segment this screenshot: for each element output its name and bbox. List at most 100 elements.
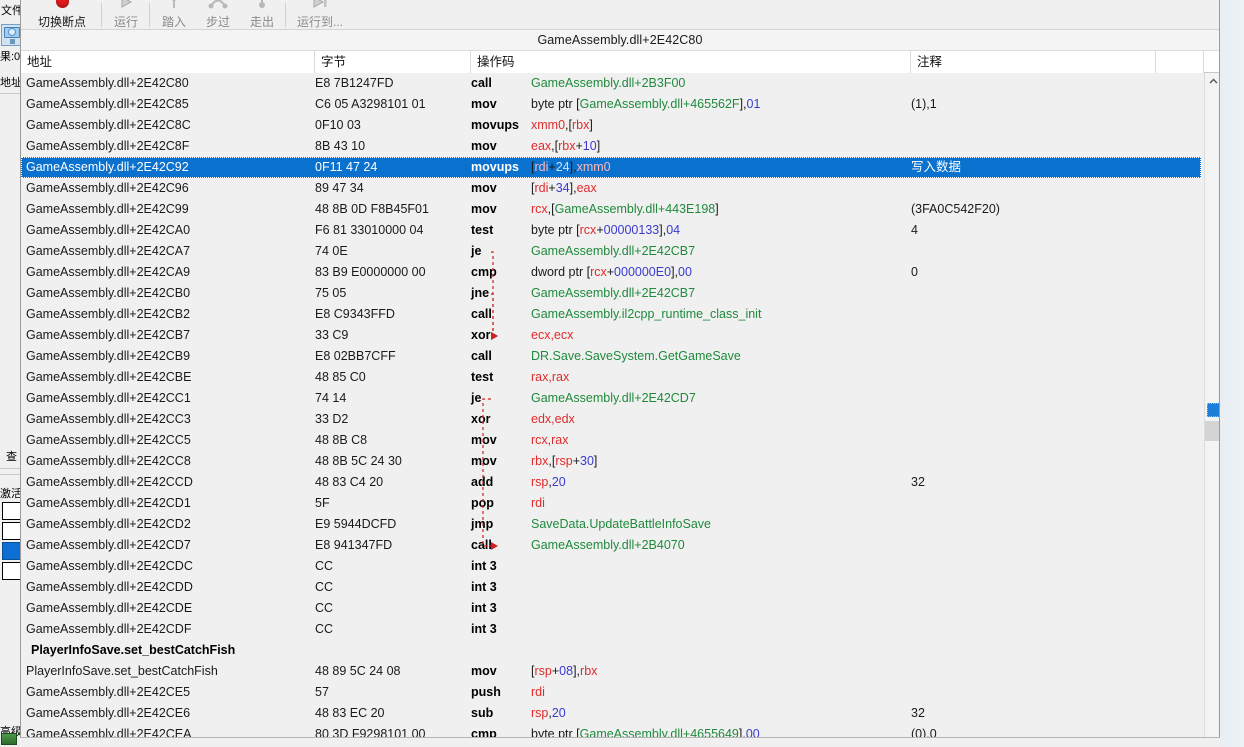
row-bytes: CC xyxy=(315,619,333,640)
row-address: GameAssembly.dll+2E42C8F xyxy=(26,136,189,157)
row-address: GameAssembly.dll+2E42CC5 xyxy=(26,430,191,451)
toolbar-step-into[interactable]: 踏入 xyxy=(153,0,195,30)
table-row[interactable]: GameAssembly.dll+2E42C8C0F10 03movupsxmm… xyxy=(21,115,1201,136)
bg-checkbox-2[interactable] xyxy=(2,522,22,540)
table-row[interactable]: GameAssembly.dll+2E42CA0F6 81 33010000 0… xyxy=(21,220,1201,241)
table-row[interactable]: GameAssembly.dll+2E42CCD48 83 C4 20addrs… xyxy=(21,472,1201,493)
toolbar-toggle-breakpoint[interactable]: 切换断点 xyxy=(25,0,99,30)
table-row[interactable]: GameAssembly.dll+2E42C85C6 05 A3298101 0… xyxy=(21,94,1201,115)
column-header-comment[interactable]: 注释 xyxy=(911,51,1156,73)
row-address: GameAssembly.dll+2E42CC8 xyxy=(26,451,191,472)
table-row[interactable]: GameAssembly.dll+2E42C8F8B 43 10moveax,[… xyxy=(21,136,1201,157)
operand-reg: edx,edx xyxy=(531,412,575,426)
table-row[interactable]: GameAssembly.dll+2E42CC174 14jeGameAssem… xyxy=(21,388,1201,409)
table-row[interactable]: GameAssembly.dll+2E42CDDCCint 3 xyxy=(21,577,1201,598)
table-row[interactable]: GameAssembly.dll+2E42CE648 83 EC 20subrs… xyxy=(21,703,1201,724)
table-row[interactable]: GameAssembly.dll+2E42CD15Fpoprdi xyxy=(21,493,1201,514)
table-row[interactable]: GameAssembly.dll+2E42CC548 8B C8movrcx,r… xyxy=(21,430,1201,451)
bg-checkbox-4[interactable] xyxy=(2,562,22,580)
row-mnemonic: mov xyxy=(471,199,497,220)
row-mnemonic: sub xyxy=(471,703,493,724)
bg-checkbox-3-selected[interactable] xyxy=(2,542,22,560)
row-mnemonic: jmp xyxy=(471,514,493,535)
row-operands: [rdi+34],eax xyxy=(531,178,597,199)
vertical-scrollbar[interactable] xyxy=(1204,73,1220,747)
step-out-icon xyxy=(250,0,274,10)
scroll-up-button[interactable] xyxy=(1205,73,1220,90)
table-row[interactable]: GameAssembly.dll+2E42CD7E8 941347FDcallG… xyxy=(21,535,1201,556)
operand-num: 08 xyxy=(559,664,573,678)
row-address: PlayerInfoSave.set_bestCatchFish xyxy=(31,640,235,661)
row-bytes: 8B 43 10 xyxy=(315,136,365,157)
row-operands: rsp,20 xyxy=(531,703,566,724)
table-row[interactable]: GameAssembly.dll+2E42C920F11 47 24movups… xyxy=(21,157,1201,178)
toolbar-run-to[interactable]: 运行到... xyxy=(289,0,351,30)
table-row[interactable]: GameAssembly.dll+2E42CA774 0EjeGameAssem… xyxy=(21,241,1201,262)
operand-num: 30 xyxy=(580,454,594,468)
toolbar-step-over[interactable]: 步过 xyxy=(197,0,239,30)
bg-checkbox-1[interactable] xyxy=(2,502,22,520)
table-row[interactable]: GameAssembly.dll+2E42CE557pushrdi xyxy=(21,682,1201,703)
operand-reg: rdi xyxy=(531,685,545,699)
table-row[interactable]: GameAssembly.dll+2E42CB2E8 C9343FFDcallG… xyxy=(21,304,1201,325)
row-bytes: E9 5944DCFD xyxy=(315,514,396,535)
operand-reg: rdi xyxy=(531,496,545,510)
table-row[interactable]: GameAssembly.dll+2E42CC333 D2xoredx,edx xyxy=(21,409,1201,430)
table-row[interactable]: GameAssembly.dll+2E42CDFCCint 3 xyxy=(21,619,1201,640)
function-label-row[interactable]: PlayerInfoSave.set_bestCatchFish xyxy=(21,640,1201,661)
row-mnemonic: je xyxy=(471,241,481,262)
operand-num: 24 xyxy=(556,160,570,174)
row-comment: 32 xyxy=(911,703,925,724)
column-header-extra[interactable] xyxy=(1156,51,1204,73)
operand-pln: ,[ xyxy=(565,118,572,132)
monitor-lens xyxy=(8,28,16,36)
operand-pln: byte ptr [ xyxy=(531,97,580,111)
operand-sym: GameAssembly.il2cpp_runtime_class_init xyxy=(531,307,761,321)
row-bytes: CC xyxy=(315,556,333,577)
disassembly-list[interactable]: GameAssembly.dll+2E42C80E8 7B1247FDcallG… xyxy=(21,73,1220,747)
table-row[interactable]: GameAssembly.dll+2E42CC848 8B 5C 24 30mo… xyxy=(21,451,1201,472)
table-row[interactable]: GameAssembly.dll+2E42CB075 05jneGameAsse… xyxy=(21,283,1201,304)
scrollbar-track-marker[interactable] xyxy=(1205,421,1220,441)
table-row[interactable]: GameAssembly.dll+2E42CDCCCint 3 xyxy=(21,556,1201,577)
operand-reg: ecx,ecx xyxy=(531,328,573,342)
disassembly-rows: GameAssembly.dll+2E42C80E8 7B1247FDcallG… xyxy=(21,73,1201,745)
pane-title-bar: GameAssembly.dll+2E42C80 xyxy=(21,30,1219,51)
table-row[interactable]: GameAssembly.dll+2E42CB733 C9xorecx,ecx xyxy=(21,325,1201,346)
row-address: GameAssembly.dll+2E42C96 xyxy=(26,178,189,199)
table-row[interactable]: GameAssembly.dll+2E42CBE48 85 C0testrax,… xyxy=(21,367,1201,388)
column-header-opcode[interactable]: 操作码 xyxy=(471,51,911,73)
row-address: GameAssembly.dll+2E42C92 xyxy=(26,157,189,178)
row-mnemonic: mov xyxy=(471,451,497,472)
table-row[interactable]: GameAssembly.dll+2E42C80E8 7B1247FDcallG… xyxy=(21,73,1201,94)
toolbar-run[interactable]: 运行 xyxy=(105,0,147,30)
column-header-bytes[interactable]: 字节 xyxy=(315,51,471,73)
row-mnemonic: int 3 xyxy=(471,619,497,640)
row-operands: GameAssembly.dll+2E42CB7 xyxy=(531,241,695,262)
row-operands: rdi xyxy=(531,682,545,703)
column-header-address[interactable]: 地址 xyxy=(21,51,315,73)
operand-sym: GameAssembly.dll+2E42CB7 xyxy=(531,286,695,300)
bg-status-indicator xyxy=(1,733,17,745)
row-mnemonic: mov xyxy=(471,94,497,115)
operand-num: 00 xyxy=(678,265,692,279)
row-mnemonic: int 3 xyxy=(471,556,497,577)
table-row[interactable]: GameAssembly.dll+2E42C9948 8B 0D F8B45F0… xyxy=(21,199,1201,220)
row-comment: 4 xyxy=(911,220,918,241)
table-row[interactable]: GameAssembly.dll+2E42CA983 B9 E0000000 0… xyxy=(21,262,1201,283)
bg-search-label[interactable]: 查 xyxy=(6,448,17,464)
toolbar-step-into-label: 踏入 xyxy=(162,16,186,29)
table-row[interactable]: GameAssembly.dll+2E42CB9E8 02BB7CFFcallD… xyxy=(21,346,1201,367)
operand-pln: + xyxy=(573,454,580,468)
table-row[interactable]: GameAssembly.dll+2E42CDECCint 3 xyxy=(21,598,1201,619)
scrollbar-thumb[interactable] xyxy=(1207,403,1220,417)
row-bytes: 0F10 03 xyxy=(315,115,361,136)
monitor-icon[interactable] xyxy=(1,24,22,46)
table-row[interactable]: PlayerInfoSave.set_bestCatchFish48 89 5C… xyxy=(21,661,1201,682)
toolbar-step-out[interactable]: 走出 xyxy=(241,0,283,30)
row-operands: rsp,20 xyxy=(531,472,566,493)
row-mnemonic: call xyxy=(471,535,492,556)
operand-num: 04 xyxy=(666,223,680,237)
table-row[interactable]: GameAssembly.dll+2E42C9689 47 34mov[rdi+… xyxy=(21,178,1201,199)
table-row[interactable]: GameAssembly.dll+2E42CD2E9 5944DCFDjmpSa… xyxy=(21,514,1201,535)
